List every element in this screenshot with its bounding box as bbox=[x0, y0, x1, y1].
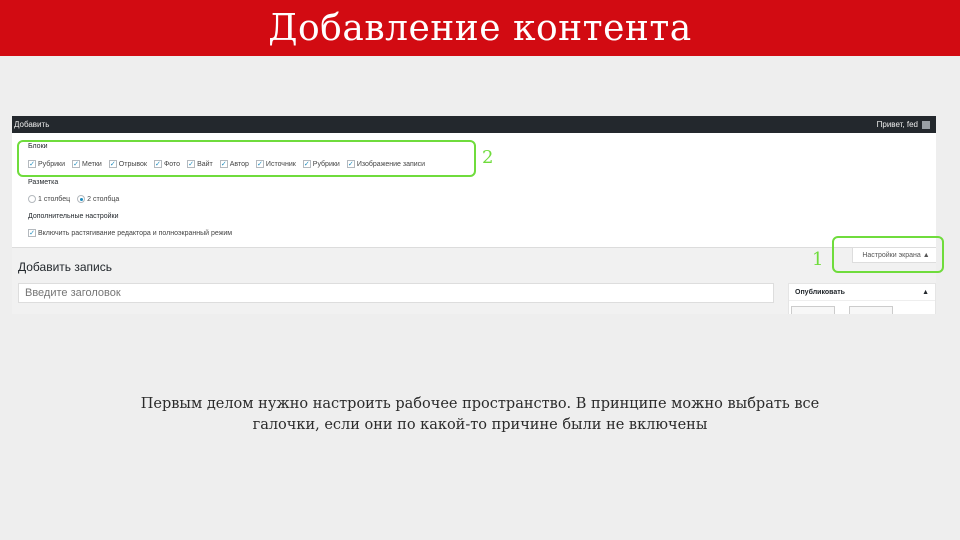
layout-radio-two-columns[interactable]: 2 столбца bbox=[77, 195, 119, 203]
blocks-highlight-frame bbox=[17, 140, 476, 177]
publish-buttons bbox=[791, 306, 893, 314]
preview-button[interactable] bbox=[849, 306, 893, 314]
publish-box: Опубликовать ▲ bbox=[788, 283, 936, 314]
collapse-arrow-icon[interactable]: ▲ bbox=[922, 289, 929, 296]
slide-title-bar: Добавление контента bbox=[0, 0, 960, 56]
slide-title: Добавление контента bbox=[268, 7, 692, 49]
save-draft-button[interactable] bbox=[791, 306, 835, 314]
layout-label: Разметка bbox=[28, 179, 59, 186]
layout-radio-row: 1 столбец 2 столбца bbox=[28, 195, 126, 203]
marker-two: 2 bbox=[482, 147, 494, 168]
admin-bar: Добавить Привет, fed bbox=[12, 116, 936, 133]
publish-box-header[interactable]: Опубликовать ▲ bbox=[789, 284, 935, 301]
admin-bar-greeting: Привет, fed bbox=[876, 120, 918, 129]
caption-line-2: галочки, если они по какой-то причине бы… bbox=[252, 417, 708, 433]
marker-one: 1 bbox=[812, 249, 824, 270]
caption-line-1: Первым делом нужно настроить рабочее про… bbox=[140, 396, 820, 412]
slide-caption: Первым делом нужно настроить рабочее про… bbox=[80, 394, 880, 436]
admin-bar-account[interactable]: Привет, fed bbox=[877, 120, 930, 129]
screen-options-highlight-frame bbox=[832, 236, 944, 273]
admin-bar-add-link[interactable]: Добавить bbox=[14, 120, 49, 129]
page-title: Добавить запись bbox=[18, 260, 112, 274]
avatar bbox=[922, 120, 930, 129]
post-title-input[interactable] bbox=[18, 283, 774, 303]
extra-settings-label: Дополнительные настройки bbox=[28, 213, 119, 220]
radio-selected-icon bbox=[77, 195, 86, 203]
layout-radio-one-column[interactable]: 1 столбец bbox=[28, 195, 70, 203]
extra-settings-row: ✓ Включить растягивание редактора и полно… bbox=[28, 229, 239, 237]
check-icon: ✓ bbox=[28, 229, 36, 237]
radio-icon bbox=[28, 195, 36, 203]
publish-box-title: Опубликовать bbox=[795, 288, 845, 296]
expand-editor-checkbox[interactable]: ✓ Включить растягивание редактора и полно… bbox=[28, 229, 232, 237]
